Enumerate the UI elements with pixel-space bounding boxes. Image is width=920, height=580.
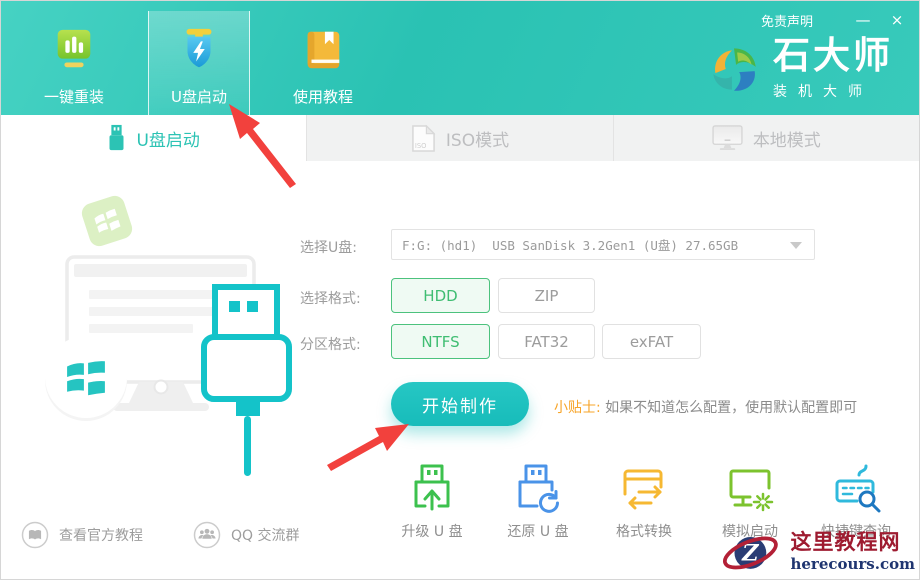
tip-text: 小贴士: 如果不知道怎么配置，使用默认配置即可	[554, 397, 857, 417]
main-panel: 选择U盘: F:G: (hd1) USB SanDisk 3.2Gen1 (U盘…	[1, 161, 919, 580]
footer-link-label: QQ 交流群	[231, 525, 300, 545]
tab-label: U盘启动	[136, 126, 199, 151]
usb-drive-value: F:G: (hd1) USB SanDisk 3.2Gen1 (U盘) 27.6…	[402, 235, 738, 254]
tip-body: 如果不知道怎么配置，使用默认配置即可	[605, 400, 857, 416]
iso-file-icon: ISO	[411, 124, 436, 153]
format-option-hdd[interactable]: HDD	[391, 278, 490, 313]
close-button[interactable]: ×	[883, 9, 911, 31]
watermark-site-name: 这里教程网	[790, 531, 900, 554]
partition-label: 分区格式:	[300, 334, 361, 354]
partition-option-ntfs[interactable]: NTFS	[391, 324, 490, 359]
usb-stick-icon	[107, 124, 126, 152]
tab-label: ISO模式	[446, 126, 509, 151]
usb-upgrade-icon	[405, 461, 459, 515]
usb-drive-select[interactable]: F:G: (hd1) USB SanDisk 3.2Gen1 (U盘) 27.6…	[391, 229, 815, 260]
site-watermark: Z 这里教程网 herecours.com	[722, 523, 919, 580]
feature-label: 还原 U 盘	[507, 521, 568, 541]
brand: 石大师 装机大师	[703, 37, 893, 101]
shield-lightning-icon	[176, 27, 222, 73]
book-icon	[300, 27, 346, 73]
nav-label: 使用教程	[293, 86, 353, 107]
app-header: 一键重装 U盘启动 使用教程 免责声明	[1, 1, 919, 115]
feature-restore-usb[interactable]: 还原 U 盘	[485, 461, 591, 541]
tab-iso-mode[interactable]: ISO ISO模式	[307, 115, 613, 161]
partition-option-fat32[interactable]: FAT32	[498, 324, 595, 359]
start-make-button[interactable]: 开始制作	[391, 382, 529, 426]
usb-select-label: 选择U盘:	[300, 237, 357, 257]
hotkey-lookup-icon	[829, 461, 883, 515]
app-window: 一键重装 U盘启动 使用教程 免责声明	[0, 0, 920, 580]
bar-chart-icon	[51, 27, 97, 73]
tip-label: 小贴士:	[554, 400, 601, 416]
feature-label: 格式转换	[616, 521, 672, 541]
brand-subtitle: 装机大师	[773, 81, 893, 101]
mode-tabbar: U盘启动 ISO ISO模式 本地模式	[1, 115, 919, 161]
tab-label: 本地模式	[753, 126, 821, 151]
svg-text:ISO: ISO	[415, 142, 427, 150]
brand-logo-icon	[703, 38, 765, 100]
nav-label: 一键重装	[44, 86, 104, 107]
people-group-icon	[193, 521, 221, 549]
open-book-icon	[21, 521, 49, 549]
nav-tutorial[interactable]: 使用教程	[272, 1, 374, 115]
watermark-site-url: herecours.com	[790, 555, 915, 573]
tab-usb-boot[interactable]: U盘启动	[1, 115, 307, 161]
partition-option-exfat[interactable]: exFAT	[602, 324, 701, 359]
format-convert-icon	[617, 461, 671, 515]
chevron-down-icon	[790, 242, 802, 249]
nav-usb-boot[interactable]: U盘启动	[148, 11, 250, 115]
feature-format-convert[interactable]: 格式转换	[591, 461, 697, 541]
simulate-boot-icon	[723, 461, 777, 515]
usb-restore-icon	[511, 461, 565, 515]
feature-label: 升级 U 盘	[401, 521, 462, 541]
footer-link-label: 查看官方教程	[59, 525, 143, 545]
official-tutorial-link[interactable]: 查看官方教程	[21, 521, 143, 549]
tab-local-mode[interactable]: 本地模式	[614, 115, 919, 161]
minimize-button[interactable]: —	[849, 9, 877, 31]
qq-group-link[interactable]: QQ 交流群	[193, 521, 300, 549]
disclaimer-link[interactable]: 免责声明	[761, 11, 813, 30]
brand-name: 石大师	[773, 37, 893, 74]
format-label: 选择格式:	[300, 288, 361, 308]
nav-onekey-reinstall[interactable]: 一键重装	[23, 1, 125, 115]
format-option-zip[interactable]: ZIP	[498, 278, 595, 313]
nav-label: U盘启动	[171, 86, 227, 107]
watermark-logo-icon: Z	[722, 523, 790, 580]
feature-upgrade-usb[interactable]: 升级 U 盘	[379, 461, 485, 541]
monitor-icon	[712, 125, 743, 151]
titlebar-controls: 免责声明 — ×	[761, 9, 911, 31]
usb-computer-illustration	[41, 189, 311, 479]
